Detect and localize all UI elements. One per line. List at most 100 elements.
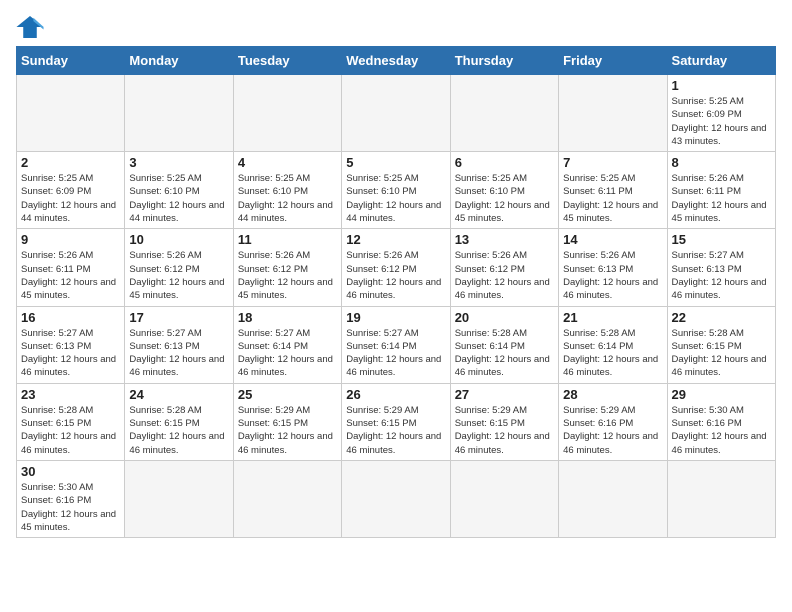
calendar-cell: 13 Sunrise: 5:26 AM Sunset: 6:12 PM Dayli… [450,229,558,306]
calendar-cell [342,75,450,152]
calendar-cell: 7 Sunrise: 5:25 AM Sunset: 6:11 PM Daylig… [559,152,667,229]
day-number: 26 [346,387,445,402]
day-info: Sunrise: 5:25 AM Sunset: 6:10 PM Dayligh… [129,172,228,225]
calendar-week-row: 30Sunrise: 5:30 AM Sunset: 6:16 PM Dayli… [17,460,776,537]
day-info: Sunrise: 5:28 AM Sunset: 6:14 PM Dayligh… [455,327,554,380]
calendar-cell [667,460,775,537]
day-info: Sunrise: 5:28 AM Sunset: 6:15 PM Dayligh… [672,327,771,380]
calendar-cell [17,75,125,152]
day-number: 19 [346,310,445,325]
day-info: Sunrise: 5:27 AM Sunset: 6:14 PM Dayligh… [346,327,445,380]
day-info: Sunrise: 5:28 AM Sunset: 6:15 PM Dayligh… [21,404,120,457]
day-info: Sunrise: 5:26 AM Sunset: 6:13 PM Dayligh… [563,249,662,302]
calendar-cell: 25Sunrise: 5:29 AM Sunset: 6:15 PM Dayli… [233,383,341,460]
calendar-cell: 28 Sunrise: 5:29 AM Sunset: 6:16 PM Dayli… [559,383,667,460]
day-number: 16 [21,310,120,325]
day-number: 13 [455,232,554,247]
day-number: 12 [346,232,445,247]
day-info: Sunrise: 5:25 AM Sunset: 6:09 PM Dayligh… [672,95,771,148]
day-number: 3 [129,155,228,170]
calendar-cell [233,460,341,537]
calendar-cell [450,460,558,537]
calendar-header-wednesday: Wednesday [342,47,450,75]
calendar-cell: 6 Sunrise: 5:25 AM Sunset: 6:10 PM Daylig… [450,152,558,229]
day-number: 10 [129,232,228,247]
calendar-cell [342,460,450,537]
calendar-cell: 15Sunrise: 5:27 AM Sunset: 6:13 PM Dayli… [667,229,775,306]
day-info: Sunrise: 5:26 AM Sunset: 6:11 PM Dayligh… [672,172,771,225]
day-number: 7 [563,155,662,170]
page-header [16,16,776,38]
calendar-header-row: SundayMondayTuesdayWednesdayThursdayFrid… [17,47,776,75]
day-number: 5 [346,155,445,170]
day-number: 8 [672,155,771,170]
calendar-cell [559,460,667,537]
calendar-cell: 17 Sunrise: 5:27 AM Sunset: 6:13 PM Dayli… [125,306,233,383]
calendar-week-row: 2Sunrise: 5:25 AM Sunset: 6:09 PM Daylig… [17,152,776,229]
day-number: 25 [238,387,337,402]
calendar-cell: 9Sunrise: 5:26 AM Sunset: 6:11 PM Daylig… [17,229,125,306]
day-number: 11 [238,232,337,247]
calendar-week-row: 1 Sunrise: 5:25 AM Sunset: 6:09 PM Daylig… [17,75,776,152]
calendar-cell [233,75,341,152]
calendar-week-row: 23 Sunrise: 5:28 AM Sunset: 6:15 PM Dayli… [17,383,776,460]
calendar-cell: 16 Sunrise: 5:27 AM Sunset: 6:13 PM Dayli… [17,306,125,383]
day-info: Sunrise: 5:26 AM Sunset: 6:12 PM Dayligh… [238,249,337,302]
calendar-cell: 23 Sunrise: 5:28 AM Sunset: 6:15 PM Dayli… [17,383,125,460]
calendar-cell: 1 Sunrise: 5:25 AM Sunset: 6:09 PM Daylig… [667,75,775,152]
calendar-week-row: 16 Sunrise: 5:27 AM Sunset: 6:13 PM Dayli… [17,306,776,383]
day-info: Sunrise: 5:26 AM Sunset: 6:11 PM Dayligh… [21,249,120,302]
day-number: 23 [21,387,120,402]
calendar-cell: 21Sunrise: 5:28 AM Sunset: 6:14 PM Dayli… [559,306,667,383]
day-info: Sunrise: 5:27 AM Sunset: 6:13 PM Dayligh… [129,327,228,380]
day-info: Sunrise: 5:29 AM Sunset: 6:16 PM Dayligh… [563,404,662,457]
calendar-header-saturday: Saturday [667,47,775,75]
calendar-cell: 19 Sunrise: 5:27 AM Sunset: 6:14 PM Dayli… [342,306,450,383]
day-info: Sunrise: 5:25 AM Sunset: 6:11 PM Dayligh… [563,172,662,225]
day-info: Sunrise: 5:25 AM Sunset: 6:09 PM Dayligh… [21,172,120,225]
calendar-cell: 12 Sunrise: 5:26 AM Sunset: 6:12 PM Dayli… [342,229,450,306]
calendar-header-thursday: Thursday [450,47,558,75]
day-info: Sunrise: 5:29 AM Sunset: 6:15 PM Dayligh… [455,404,554,457]
day-number: 14 [563,232,662,247]
logo [16,16,48,38]
calendar-header-friday: Friday [559,47,667,75]
calendar-cell: 29 Sunrise: 5:30 AM Sunset: 6:16 PM Dayli… [667,383,775,460]
calendar-cell [125,75,233,152]
calendar-cell: 8 Sunrise: 5:26 AM Sunset: 6:11 PM Daylig… [667,152,775,229]
calendar-cell: 14 Sunrise: 5:26 AM Sunset: 6:13 PM Dayli… [559,229,667,306]
day-info: Sunrise: 5:26 AM Sunset: 6:12 PM Dayligh… [346,249,445,302]
calendar-cell [450,75,558,152]
calendar-cell: 26 Sunrise: 5:29 AM Sunset: 6:15 PM Dayli… [342,383,450,460]
day-info: Sunrise: 5:30 AM Sunset: 6:16 PM Dayligh… [21,481,120,534]
day-info: Sunrise: 5:26 AM Sunset: 6:12 PM Dayligh… [129,249,228,302]
day-info: Sunrise: 5:25 AM Sunset: 6:10 PM Dayligh… [455,172,554,225]
day-number: 29 [672,387,771,402]
calendar-cell: 27Sunrise: 5:29 AM Sunset: 6:15 PM Dayli… [450,383,558,460]
calendar-cell: 20 Sunrise: 5:28 AM Sunset: 6:14 PM Dayli… [450,306,558,383]
day-info: Sunrise: 5:27 AM Sunset: 6:13 PM Dayligh… [21,327,120,380]
day-info: Sunrise: 5:29 AM Sunset: 6:15 PM Dayligh… [346,404,445,457]
calendar-header-monday: Monday [125,47,233,75]
day-number: 28 [563,387,662,402]
calendar-cell: 18Sunrise: 5:27 AM Sunset: 6:14 PM Dayli… [233,306,341,383]
calendar-header-tuesday: Tuesday [233,47,341,75]
calendar-cell: 2Sunrise: 5:25 AM Sunset: 6:09 PM Daylig… [17,152,125,229]
day-info: Sunrise: 5:26 AM Sunset: 6:12 PM Dayligh… [455,249,554,302]
calendar-cell: 3 Sunrise: 5:25 AM Sunset: 6:10 PM Daylig… [125,152,233,229]
day-number: 6 [455,155,554,170]
day-number: 17 [129,310,228,325]
day-number: 4 [238,155,337,170]
day-number: 24 [129,387,228,402]
day-number: 1 [672,78,771,93]
day-number: 21 [563,310,662,325]
calendar-cell: 4Sunrise: 5:25 AM Sunset: 6:10 PM Daylig… [233,152,341,229]
calendar-cell [559,75,667,152]
calendar-cell: 11 Sunrise: 5:26 AM Sunset: 6:12 PM Dayli… [233,229,341,306]
day-info: Sunrise: 5:30 AM Sunset: 6:16 PM Dayligh… [672,404,771,457]
calendar-cell: 24Sunrise: 5:28 AM Sunset: 6:15 PM Dayli… [125,383,233,460]
day-info: Sunrise: 5:27 AM Sunset: 6:14 PM Dayligh… [238,327,337,380]
logo-icon [16,16,44,38]
calendar-cell: 5Sunrise: 5:25 AM Sunset: 6:10 PM Daylig… [342,152,450,229]
day-number: 20 [455,310,554,325]
